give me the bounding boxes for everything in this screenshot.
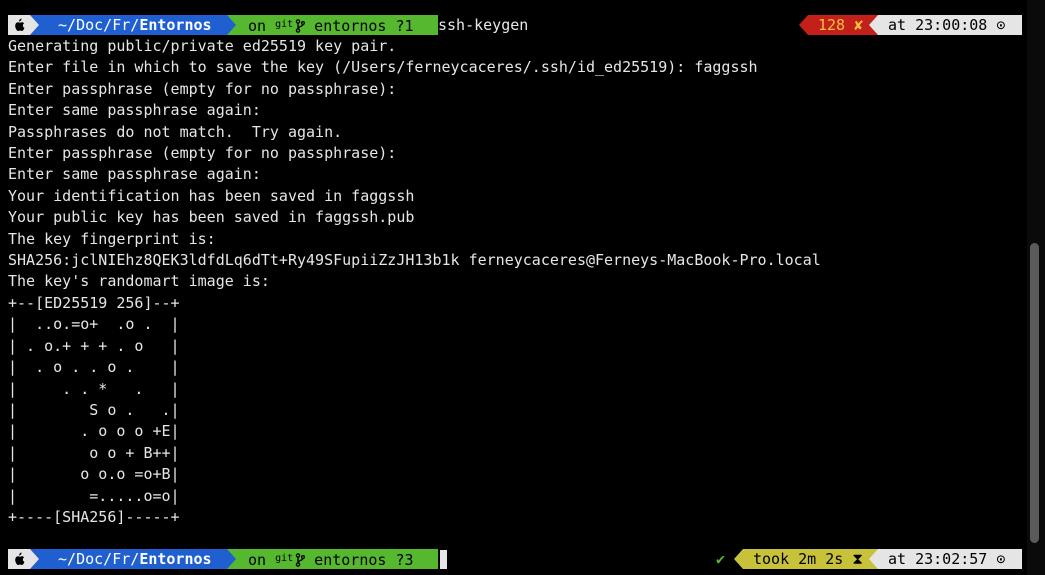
output-line: Enter same passphrase again: <box>8 101 261 120</box>
output-line: Enter same passphrase again: <box>8 165 261 184</box>
command-output: Generating public/private ed25519 key pa… <box>8 36 821 528</box>
git-icon: git <box>275 19 294 30</box>
directory-segment: ~/Doc/Fr/Entornos <box>39 549 237 569</box>
segment-separator <box>869 549 878 569</box>
output-line: | . o . . o . | <box>8 358 180 377</box>
output-line: | . . * . | <box>8 379 180 398</box>
segment-separator <box>30 549 39 569</box>
output-line: The key's randomart image is: <box>8 272 270 291</box>
clock-icon: ⊙ <box>996 550 1006 568</box>
hourglass-icon: ⧗ <box>852 550 863 568</box>
git-branch-status: entornos ?1 <box>305 17 414 35</box>
apple-icon <box>8 15 30 35</box>
duration-segment: took 2m 2s ⧗ <box>743 549 876 569</box>
folder-path-prefix: ~/Doc/Fr/ <box>49 550 140 568</box>
folder-path-prefix: ~/Doc/Fr/ <box>49 16 140 34</box>
output-line: | o o + B++| <box>8 443 180 462</box>
git-branch-status: entornos ?3 <box>305 551 414 569</box>
git-segment: on git entornos ?3 <box>236 549 438 569</box>
command-text: ssh-keygen <box>438 16 529 34</box>
output-line: | . o o o +E| <box>8 422 180 441</box>
segment-separator <box>734 549 743 569</box>
exit-code: 128 <box>818 16 846 34</box>
exit-code-segment: 128 ✘ <box>808 15 878 35</box>
time-segment: at 23:02:57 ⊙ <box>878 549 1022 569</box>
git-icon: git <box>275 553 294 564</box>
current-directory: Entornos <box>139 16 212 34</box>
terminal-window[interactable]: ~/Doc/Fr/Entornos on git entornos ?1 ssh… <box>0 0 1030 575</box>
text-cursor[interactable] <box>440 550 447 569</box>
segment-separator <box>30 15 39 35</box>
segment-separator <box>426 549 435 569</box>
current-directory: Entornos <box>139 550 212 568</box>
prompt-line-2: ~/Doc/Fr/Entornos on git entornos ?3 ✔ t… <box>0 548 1030 569</box>
success-check-icon: ✔ <box>716 550 726 568</box>
segment-separator <box>227 549 236 569</box>
output-line: | . o.+ + + . o | <box>8 336 180 355</box>
output-line: Enter passphrase (empty for no passphras… <box>8 79 397 98</box>
output-line: | ..o.=o+ .o . | <box>8 315 180 334</box>
apple-icon <box>8 549 30 569</box>
segment-separator <box>799 15 808 35</box>
segment-separator <box>227 15 236 35</box>
output-line: Generating public/private ed25519 key pa… <box>8 37 397 55</box>
git-segment: on git entornos ?1 <box>236 15 438 35</box>
output-line: Your public key has been saved in faggss… <box>8 208 415 227</box>
output-line: Enter passphrase (empty for no passphras… <box>8 144 397 163</box>
timestamp: at 23:00:08 <box>888 16 988 34</box>
git-on-label: on <box>248 551 276 569</box>
output-line: | S o . .| <box>8 400 180 419</box>
git-on-label: on <box>248 17 276 35</box>
directory-segment: ~/Doc/Fr/Entornos <box>39 15 237 35</box>
output-line: Enter file in which to save the key (/Us… <box>8 58 758 77</box>
output-line: +----[SHA256]-----+ <box>8 507 180 526</box>
output-line: SHA256:jclNIEhz8QEK3ldfdLq6dTt+Ry49SFupi… <box>8 251 821 270</box>
timestamp: at 23:02:57 <box>888 550 988 568</box>
segment-separator <box>426 15 435 35</box>
scrollbar-thumb[interactable] <box>1030 243 1039 543</box>
output-line: +--[ED25519 256]--+ <box>8 293 180 312</box>
duration-text: took 2m 2s <box>753 550 844 568</box>
git-branch-icon <box>295 553 306 567</box>
segment-separator <box>869 15 878 35</box>
prompt-line-1: ~/Doc/Fr/Entornos on git entornos ?1 ssh… <box>0 14 1030 35</box>
clock-icon: ⊙ <box>996 16 1006 34</box>
output-line: Your identification has been saved in fa… <box>8 186 415 205</box>
output-line: | =.....o=o| <box>8 486 180 505</box>
output-line: The key fingerprint is: <box>8 229 216 248</box>
output-line: | o o.o =o+B| <box>8 465 180 484</box>
error-icon: ✘ <box>854 16 864 34</box>
time-segment: at 23:00:08 ⊙ <box>878 15 1022 35</box>
git-branch-icon <box>295 19 306 33</box>
output-line: Passphrases do not match. Try again. <box>8 122 343 141</box>
